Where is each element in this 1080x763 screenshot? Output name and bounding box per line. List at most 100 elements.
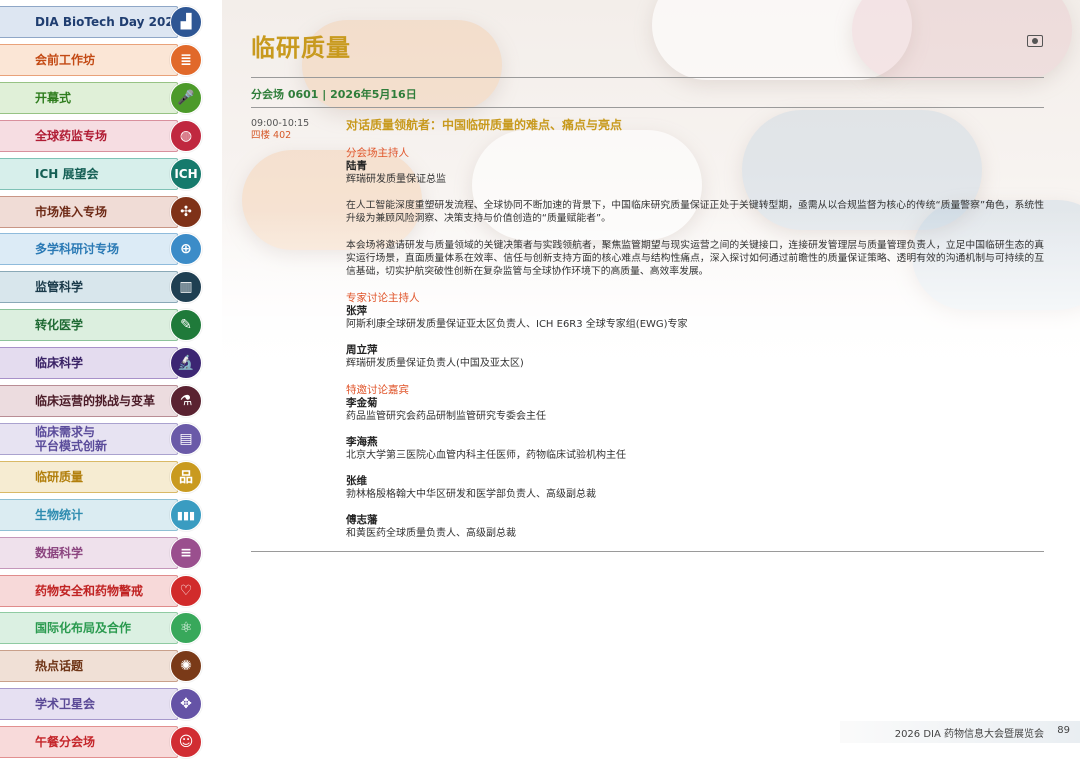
sidebar-item-label: 开幕式 (35, 90, 72, 105)
sidebar-item-label: 热点话题 (35, 658, 84, 673)
guest-desc: 药品监管研究会药品研制监管研究专委会主任 (346, 411, 546, 422)
sidebar-item-label: 多学科研讨专场 (35, 241, 120, 256)
sidebar-item[interactable]: 会前工作坊 ≣ (0, 44, 202, 78)
guest-desc: 勃林格殷格翰大中华区研发和医学部负责人、高级副总裁 (346, 489, 596, 500)
page-title: 临研质量 (251, 34, 351, 62)
sidebar-item-label: 国际化布局及合作 (35, 620, 132, 635)
sidebar-item[interactable]: DIA BioTech Day 2026 ▟ (0, 6, 202, 40)
microphone-icon: 🎤 (170, 82, 202, 114)
sidebar-item-label: ICH 展望会 (35, 166, 99, 181)
host-role: 分会场主持人 (346, 147, 409, 159)
arrows-icon: ✥ (170, 688, 202, 720)
divider (251, 551, 1044, 552)
sidebar-item-label: 临研质量 (35, 469, 84, 484)
sidebar-item[interactable]: 市场准入专场 ✣ (0, 196, 202, 230)
sidebar-item[interactable]: 临研质量 品 (0, 461, 202, 495)
sidebar-item[interactable]: 国际化布局及合作 ⚛ (0, 612, 202, 646)
sidebar-item[interactable]: 生物统计 ▮▮▮ (0, 499, 202, 533)
sidebar-item-bar (0, 347, 178, 379)
team-icon: ☺ (170, 726, 202, 758)
sun-icon: ✺ (170, 650, 202, 682)
divider (251, 77, 1044, 78)
sidebar-item[interactable]: 药物安全和药物警戒 ♡ (0, 575, 202, 609)
session-header: 分会场 0601 | 2026年5月16日 (251, 88, 417, 101)
building-icon: ▤ (170, 423, 202, 455)
sidebar-item[interactable]: 热点话题 ✺ (0, 650, 202, 684)
session-room: 四楼 402 (251, 130, 292, 141)
footer-title: 2026 DIA 药物信息大会暨展览会 (894, 729, 1044, 740)
sidebar-item[interactable]: 监管科学 ▥ (0, 271, 202, 305)
moderator-name: 张萍 (346, 305, 367, 317)
session-time: 09:00-10:15 (251, 118, 310, 129)
camera-icon[interactable] (1027, 35, 1043, 47)
bar-chart-icon: ▟ (170, 6, 202, 38)
medical-kit-icon: ⊕ (170, 233, 202, 265)
page-number: 89 (1057, 725, 1070, 736)
footer: 2026 DIA 药物信息大会暨展览会 89 (840, 721, 1080, 743)
sidebar-item-label: 午餐分会场 (35, 734, 96, 749)
sidebar-item[interactable]: 数据科学 ≡ (0, 537, 202, 571)
books-icon: ≣ (170, 44, 202, 76)
intro-paragraph: 在人工智能深度重塑研发流程、全球协同不断加速的背景下，中国临床研究质量保证正处于… (346, 200, 1044, 224)
sidebar-nav: DIA BioTech Day 2026 ▟ 会前工作坊 ≣ 开幕式 🎤 全球药监专场 ◍ IC… (0, 0, 205, 763)
sidebar-item-label: 学术卫星会 (35, 696, 96, 711)
sidebar-item-label: 市场准入专场 (35, 204, 108, 219)
atom-icon: ⚛ (170, 612, 202, 644)
sidebar-item-label: 转化医学 (35, 317, 84, 332)
bar-chart-icon: ▮▮▮ (170, 499, 202, 531)
org-chart-icon: 品 (170, 461, 202, 493)
sidebar-item-bar (0, 537, 178, 569)
host-section: 分会场主持人 陆青 辉瑞研发质量保证总监 (346, 147, 1044, 186)
flask-icon: ⚗ (170, 385, 202, 417)
sidebar-item-label: 临床需求与 平台模式创新 (35, 425, 108, 453)
sidebar-item[interactable]: 开幕式 🎤 (0, 82, 202, 116)
globe-icon: ◍ (170, 120, 202, 152)
sidebar-item-label: 生物统计 (35, 507, 84, 522)
guest-name: 李海燕 (346, 436, 378, 448)
sidebar-item-bar (0, 650, 178, 682)
sidebar-item[interactable]: 全球药监专场 ◍ (0, 120, 202, 154)
sidebar-item[interactable]: 午餐分会场 ☺ (0, 726, 202, 760)
moderator-desc: 阿斯利康全球研发质量保证亚太区负责人、ICH E6R3 全球专家组(EWG)专家 (346, 319, 688, 330)
edit-icon: ✎ (170, 309, 202, 341)
sidebar-item[interactable]: 转化医学 ✎ (0, 309, 202, 343)
guest-name: 李金菊 (346, 397, 378, 409)
host-name: 陆青 (346, 160, 367, 172)
sidebar-item-label: 临床科学 (35, 355, 84, 370)
sidebar-item-label: 全球药监专场 (35, 128, 108, 143)
guest-section: 特邀讨论嘉宾 李金菊 药品监管研究会药品研制监管研究专委会主任 李海燕 北京大学… (346, 384, 1044, 540)
guest-role: 特邀讨论嘉宾 (346, 384, 409, 396)
sidebar-item[interactable]: 临床科学 🔬 (0, 347, 202, 381)
sidebar-item-bar (0, 82, 178, 114)
guest-name: 张维 (346, 475, 367, 487)
sidebar-item[interactable]: ICH 展望会 ICH (0, 158, 202, 192)
guest-desc: 和黄医药全球质量负责人、高级副总裁 (346, 528, 516, 539)
divider (251, 107, 1044, 108)
ich-icon: ICH (170, 158, 202, 190)
sidebar-item-bar (0, 461, 178, 493)
host-desc: 辉瑞研发质量保证总监 (346, 174, 446, 185)
moderator-section: 专家讨论主持人 张萍 阿斯利康全球研发质量保证亚太区负责人、ICH E6R3 全… (346, 292, 1044, 370)
sidebar-item-label: 会前工作坊 (35, 52, 96, 67)
moderator-role: 专家讨论主持人 (346, 292, 420, 304)
sidebar-item-label: 数据科学 (35, 545, 84, 560)
sidebar-item-bar (0, 309, 178, 341)
sidebar-item-label: DIA BioTech Day 2026 (35, 14, 183, 29)
database-icon: ≡ (170, 537, 202, 569)
library-icon: ▥ (170, 271, 202, 303)
sidebar-item-label: 监管科学 (35, 279, 84, 294)
sidebar-item-bar (0, 499, 178, 531)
moderator-name: 周立萍 (346, 344, 378, 356)
sidebar-item[interactable]: 多学科研讨专场 ⊕ (0, 233, 202, 267)
sidebar-item-label: 临床运营的挑战与变革 (35, 393, 156, 408)
heartbeat-icon: ♡ (170, 575, 202, 607)
guest-desc: 北京大学第三医院心血管内科主任医师，药物临床试验机构主任 (346, 450, 626, 461)
sidebar-item[interactable]: 临床运营的挑战与变革 ⚗ (0, 385, 202, 419)
sidebar-item-label: 药物安全和药物警戒 (35, 583, 144, 598)
talk-title: 对话质量领航者：中国临研质量的难点、痛点与亮点 (346, 118, 623, 132)
sidebar-item-bar (0, 271, 178, 303)
microscope-icon: 🔬 (170, 347, 202, 379)
intro-paragraph: 本会场将邀请研发与质量领域的关键决策者与实践领航者，聚焦监管期望与现实运营之间的… (346, 240, 1044, 277)
sidebar-item[interactable]: 学术卫星会 ✥ (0, 688, 202, 722)
sidebar-item[interactable]: 临床需求与 平台模式创新 ▤ (0, 423, 202, 457)
